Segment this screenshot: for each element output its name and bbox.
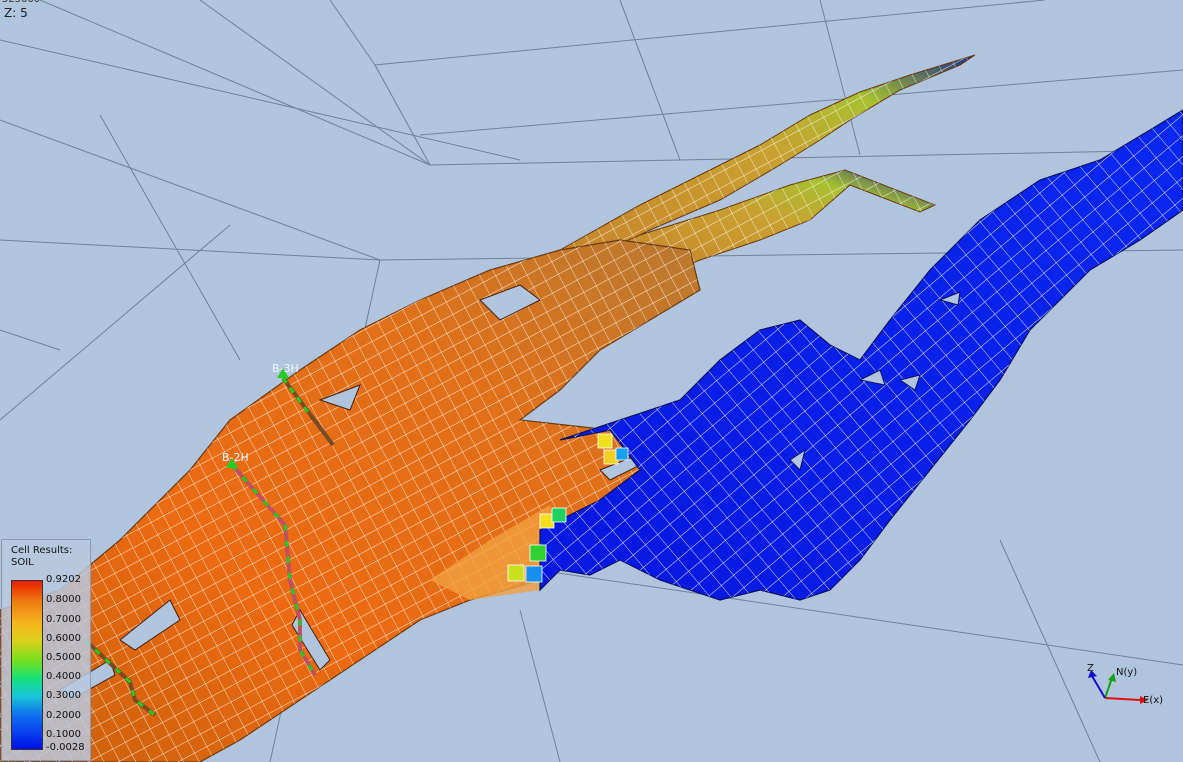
- legend-tick: 0.1000: [46, 729, 81, 740]
- legend-tick: 0.2000: [46, 710, 81, 721]
- 3d-viewport[interactable]: [0, 0, 1183, 762]
- legend-tick: 0.4000: [46, 671, 81, 682]
- axis-label-n: N(y): [1116, 667, 1138, 678]
- legend-tick: 0.3000: [46, 690, 81, 701]
- color-legend: Cell Results: SOIL 0.9202 0.8000 0.7000 …: [1, 539, 91, 761]
- well-label-b-3h[interactable]: B-3H: [272, 362, 299, 375]
- legend-tick: 0.6000: [46, 633, 81, 644]
- legend-tick: 0.8000: [46, 594, 81, 605]
- legend-tick: 0.5000: [46, 652, 81, 663]
- legend-tick: -0.0028: [46, 742, 85, 753]
- z-scale-label: Z: 5: [4, 6, 28, 20]
- legend-color-bar: [11, 580, 43, 750]
- legend-title-line2: SOIL: [11, 557, 34, 568]
- legend-tick: 0.9202: [46, 574, 81, 585]
- reservoir-oil-zone: [0, 239, 701, 762]
- legend-title-line1: Cell Results:: [11, 545, 73, 556]
- well-label-b-2h[interactable]: B-2H: [222, 451, 249, 464]
- legend-title: Cell Results: SOIL: [11, 545, 72, 569]
- top-coordinate-label: 525000: [2, 0, 40, 5]
- legend-tick: 0.7000: [46, 614, 81, 625]
- axis-label-e: E(x): [1143, 695, 1164, 706]
- axis-label-z: Z: [1087, 663, 1094, 674]
